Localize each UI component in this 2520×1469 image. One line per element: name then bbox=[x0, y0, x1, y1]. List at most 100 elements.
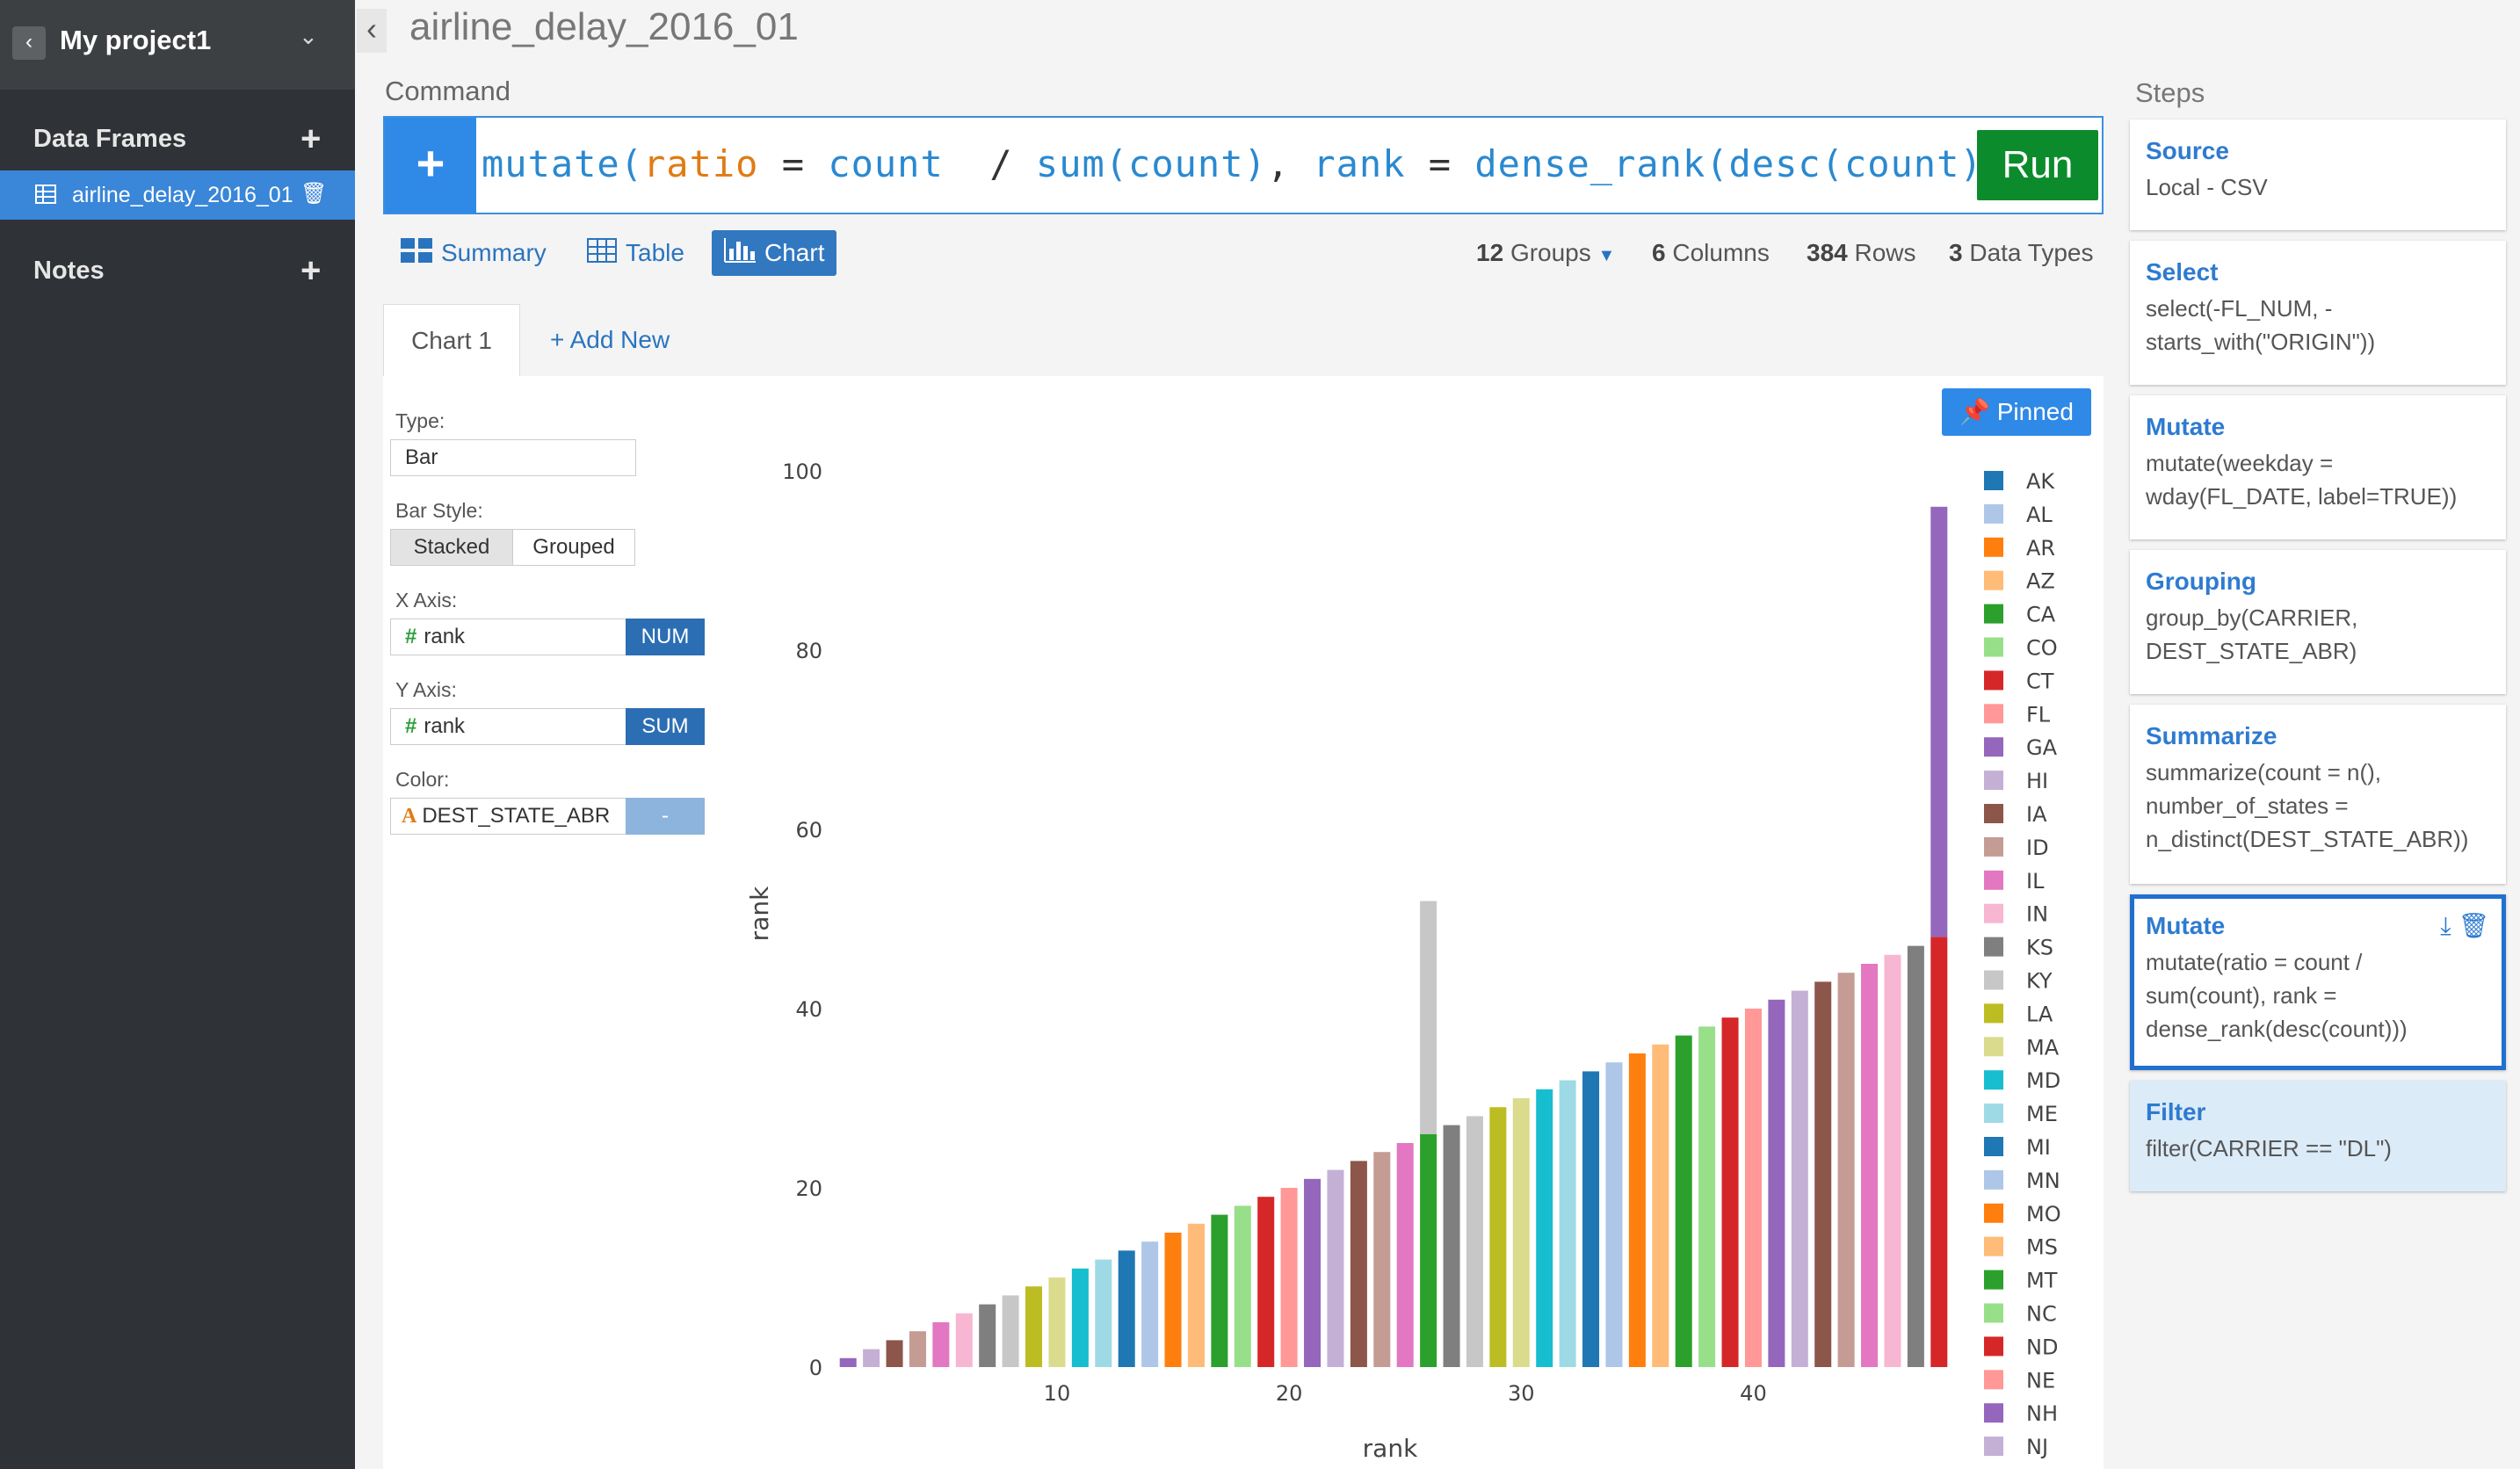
bar bbox=[1211, 1214, 1228, 1367]
legend-label: HI bbox=[2026, 769, 2048, 793]
sidebar: ‹ My project1 ⌄ Data Frames + airline_de… bbox=[0, 0, 355, 1469]
legend-label: MI bbox=[2026, 1135, 2051, 1160]
legend-swatch bbox=[1984, 637, 2003, 657]
legend-swatch bbox=[1984, 1270, 2003, 1290]
legend-label: NH bbox=[2026, 1401, 2058, 1426]
bar bbox=[1582, 1071, 1600, 1367]
bar bbox=[1675, 1035, 1692, 1367]
legend-swatch bbox=[1984, 1436, 2003, 1457]
step-card-select[interactable]: Select select(-FL_NUM, - starts_with("ORIG… bbox=[2130, 241, 2506, 385]
legend-label: MD bbox=[2026, 1068, 2060, 1093]
step-command: filter(CARRIER == "DL") bbox=[2146, 1135, 2392, 1161]
tab-chart-label: Chart bbox=[764, 239, 825, 266]
chevron-down-icon[interactable]: ⌄ bbox=[299, 23, 318, 50]
y-tick-label: 100 bbox=[782, 460, 822, 484]
types-info: 3 Data Types bbox=[1949, 239, 2093, 267]
bar bbox=[1234, 1205, 1251, 1367]
add-note-icon[interactable]: + bbox=[301, 253, 321, 288]
steps-heading: Steps bbox=[2135, 77, 2205, 108]
step-card-mutate[interactable]: Mutate mutate(ratio = count / sum(count), … bbox=[2130, 894, 2506, 1070]
bar bbox=[1373, 1152, 1391, 1367]
y-tick-label: 20 bbox=[795, 1176, 822, 1201]
grouped-button[interactable]: Grouped bbox=[512, 529, 635, 566]
legend-label: AZ bbox=[2026, 569, 2055, 594]
legend-swatch bbox=[1984, 836, 2003, 857]
legend-label: IL bbox=[2026, 869, 2045, 894]
legend-swatch bbox=[1984, 1037, 2003, 1057]
step-card-summarize[interactable]: Summarize summarize(count = n(), number_of… bbox=[2130, 705, 2506, 884]
command-input[interactable]: mutate(ratio = count / sum(count), rank … bbox=[482, 142, 2029, 185]
step-command: summarize(count = n(), number_of_states =… bbox=[2146, 759, 2469, 852]
trash-icon[interactable]: 🗑 bbox=[301, 181, 327, 206]
types-count: 3 bbox=[1949, 239, 1963, 266]
table-icon bbox=[35, 185, 56, 208]
add-chart-button[interactable]: + Add New bbox=[550, 304, 670, 376]
step-card-filter[interactable]: Filter filter(CARRIER == "DL") bbox=[2130, 1081, 2506, 1191]
color-option-button[interactable]: - bbox=[626, 798, 705, 835]
text-type-icon: A bbox=[402, 805, 417, 828]
x-tick-label: 30 bbox=[1508, 1381, 1535, 1406]
caret-down-icon: ▼ bbox=[1597, 246, 1616, 265]
project-name[interactable]: My project1 bbox=[60, 25, 211, 56]
bar bbox=[1814, 981, 1832, 1367]
legend-swatch bbox=[1984, 503, 2003, 524]
bar bbox=[1466, 1116, 1483, 1367]
legend-swatch bbox=[1984, 771, 2003, 791]
x-tick-label: 40 bbox=[1740, 1381, 1767, 1406]
step-card-mutate[interactable]: Mutate mutate(weekday = wday(FL_DATE, labe… bbox=[2130, 395, 2506, 539]
bar bbox=[1164, 1233, 1182, 1367]
data-frame-item[interactable]: airline_delay_2016_01 🗑 bbox=[0, 170, 355, 220]
legend-label: IA bbox=[2026, 802, 2047, 827]
back-icon[interactable]: ‹ bbox=[12, 26, 46, 60]
bar bbox=[1420, 1133, 1437, 1367]
y-axis-column[interactable]: # rank bbox=[390, 708, 627, 745]
legend-swatch bbox=[1984, 903, 2003, 923]
command-editor[interactable]: + mutate(ratio = count / sum(count), ran… bbox=[383, 116, 2104, 214]
step-command: group_by(CARRIER, DEST_STATE_ABR) bbox=[2146, 604, 2358, 664]
bar bbox=[1930, 506, 1948, 937]
tab-chart-1[interactable]: Chart 1 bbox=[383, 304, 520, 376]
y-axis-label: Y Axis: bbox=[395, 678, 457, 701]
add-data-frame-icon[interactable]: + bbox=[301, 121, 321, 156]
run-button[interactable]: Run bbox=[1977, 130, 2098, 200]
legend-swatch bbox=[1984, 1403, 2003, 1423]
legend-label: FL bbox=[2026, 702, 2051, 727]
stacked-button[interactable]: Stacked bbox=[390, 529, 513, 566]
download-icon[interactable]: ⤓ bbox=[2440, 912, 2451, 939]
color-column[interactable]: A DEST_STATE_ABR bbox=[390, 798, 627, 835]
command-label: Command bbox=[385, 76, 511, 106]
legend-swatch bbox=[1984, 1169, 2003, 1190]
legend-swatch bbox=[1984, 704, 2003, 724]
y-axis-aggregation-button[interactable]: SUM bbox=[626, 708, 705, 745]
groups-dropdown[interactable]: 12 Groups ▼ bbox=[1476, 239, 1615, 267]
tab-summary[interactable]: Summary bbox=[388, 230, 559, 276]
tab-chart[interactable]: Chart bbox=[712, 230, 837, 278]
project-header[interactable]: ‹ My project1 ⌄ bbox=[0, 0, 355, 90]
x-axis-type-button[interactable]: NUM bbox=[626, 619, 705, 655]
bar-chart-icon bbox=[724, 232, 756, 278]
chart-type-select[interactable]: Bar bbox=[390, 439, 636, 476]
tab-table[interactable]: Table bbox=[575, 230, 697, 276]
add-step-icon[interactable]: + bbox=[385, 118, 476, 213]
summary-icon bbox=[401, 232, 432, 278]
legend-swatch bbox=[1984, 1370, 2003, 1390]
command-token: rank bbox=[1313, 142, 1406, 185]
bar bbox=[1280, 1188, 1298, 1367]
pinned-button[interactable]: 📌 Pinned bbox=[1942, 388, 2091, 436]
y-tick-label: 80 bbox=[795, 639, 822, 663]
step-card-source[interactable]: Source Local - CSV bbox=[2130, 119, 2506, 230]
step-title: Filter bbox=[2146, 1098, 2206, 1125]
bar bbox=[1861, 964, 1879, 1367]
notes-heading: Notes bbox=[33, 257, 105, 285]
groups-count: 12 bbox=[1476, 239, 1504, 266]
bar bbox=[1048, 1277, 1066, 1367]
x-axis-column[interactable]: # rank bbox=[390, 619, 627, 655]
bar bbox=[863, 1349, 880, 1367]
collapse-sidebar-icon[interactable]: ‹ bbox=[357, 9, 387, 53]
legend-label: KY bbox=[2026, 969, 2053, 994]
trash-icon[interactable]: 🗑 bbox=[2451, 912, 2489, 939]
bar bbox=[979, 1304, 996, 1367]
step-card-grouping[interactable]: Grouping group_by(CARRIER, DEST_STATE_ABR) bbox=[2130, 550, 2506, 694]
bar bbox=[1884, 954, 1901, 1367]
bar bbox=[1536, 1089, 1553, 1367]
